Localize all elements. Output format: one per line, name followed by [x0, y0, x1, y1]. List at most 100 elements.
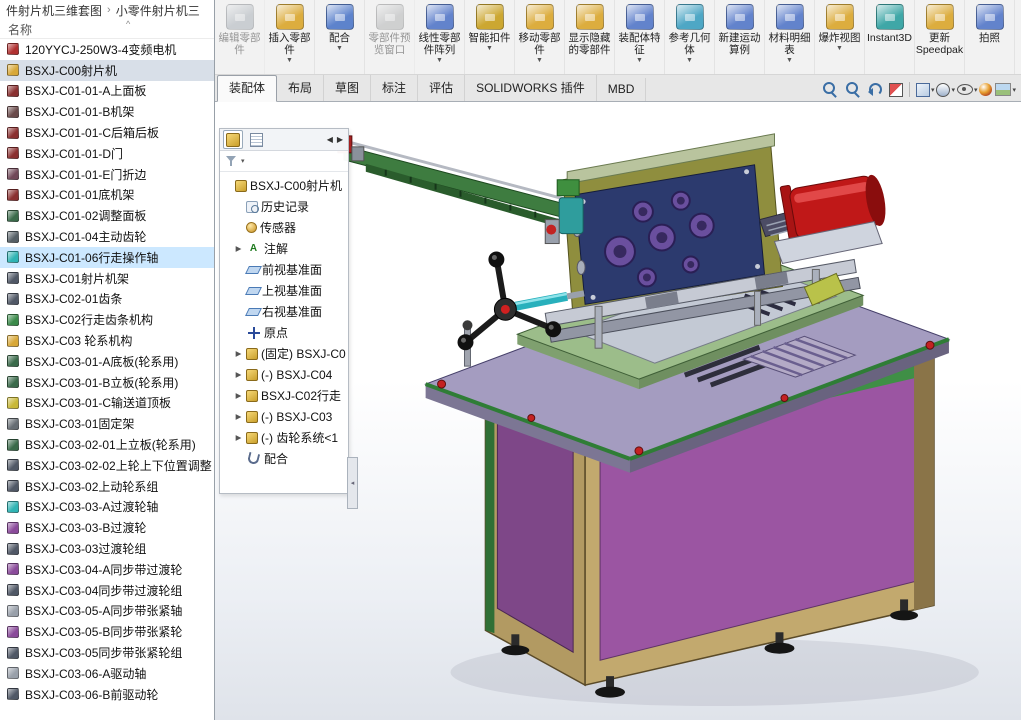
file-row[interactable]: BSXJ-C00射片机	[0, 59, 214, 81]
feature-tree-item[interactable]: BSXJ-C00射片机	[220, 175, 348, 196]
exploded-view-button[interactable]: 爆炸视图 ▼	[815, 0, 865, 74]
file-row[interactable]: BSXJ-C03-03-A过渡轮轴	[0, 497, 214, 518]
expander-arrow[interactable]: ▶	[234, 391, 243, 400]
ribbon-tab[interactable]: 草图	[324, 75, 372, 101]
file-row[interactable]: BSXJ-C03-01-A底板(轮系用)	[0, 351, 214, 372]
feature-tree-item[interactable]: ▶ (固定) BSXJ-C0	[220, 343, 348, 364]
feature-tree-item[interactable]: ▶ 注解	[220, 238, 348, 259]
file-row[interactable]: BSXJ-C03-02-02上轮上下位置调整	[0, 455, 214, 476]
file-row[interactable]: BSXJ-C01-01-A上面板	[0, 81, 214, 102]
propertymanager-tab[interactable]	[246, 130, 266, 149]
feature-tree-item[interactable]: ▶ (-) BSXJ-C03	[220, 406, 348, 427]
feature-tree-item[interactable]: ▶ (-) BSXJ-C04	[220, 364, 348, 385]
scroll-left-icon[interactable]: ◀	[327, 135, 333, 144]
file-row[interactable]: BSXJ-C03-06-A驱动轴	[0, 663, 214, 684]
linear-component-pattern-button[interactable]: 线性零部件阵列 ▼	[415, 0, 465, 74]
edit-appearance-icon[interactable]	[979, 83, 993, 96]
separator[interactable]	[906, 82, 914, 97]
feature-tree-item[interactable]: ▶ (-) 齿轮系统<1	[220, 427, 348, 448]
expander-arrow[interactable]: ▶	[234, 244, 243, 253]
file-row[interactable]: BSXJ-C03-02上动轮系组	[0, 476, 214, 497]
assembly-features-button[interactable]: 装配体特征 ▼	[615, 0, 665, 74]
ribbon-tab[interactable]: MBD	[597, 78, 647, 101]
file-row[interactable]: BSXJ-C03 轮系机构	[0, 330, 214, 351]
breadcrumb-folder[interactable]: 小零件射片机三	[116, 2, 200, 19]
take-snapshot-button[interactable]: 拍照	[965, 0, 1015, 74]
section-view-icon[interactable]	[888, 82, 904, 97]
show-hidden-components-button[interactable]: 显示隐藏的零部件	[565, 0, 615, 74]
file-row[interactable]: 120YYCJ-250W3-4变频电机	[0, 39, 214, 60]
file-row[interactable]: BSXJ-C01射片机架	[0, 268, 214, 289]
file-row[interactable]: BSXJ-C02行走齿条机构	[0, 309, 214, 330]
feature-tree-item[interactable]: 原点	[220, 322, 348, 343]
feature-tree-item[interactable]: 配合	[220, 448, 348, 469]
smart-fasteners-button[interactable]: 智能扣件 ▼	[465, 0, 515, 74]
expander-arrow[interactable]: ▶	[234, 349, 243, 358]
panel-collapse-handle[interactable]: ◂	[347, 457, 358, 509]
feature-tree-item[interactable]: 右视基准面	[220, 301, 348, 322]
graphics-viewport[interactable]: ◀ ▶ ▾ BSXJ-C00射片机 历史记录 传感器 ▶ A 注解 前视基准面 …	[215, 102, 1021, 720]
file-row[interactable]: BSXJ-C03-03过渡轮组	[0, 538, 214, 559]
file-row[interactable]: BSXJ-C03-03-B过渡轮	[0, 517, 214, 538]
file-row[interactable]: BSXJ-C03-01-B立板(轮系用)	[0, 372, 214, 393]
expander-arrow[interactable]: ▶	[234, 433, 243, 442]
feeder-arm[interactable]	[337, 135, 572, 231]
ribbon-tab[interactable]: 装配体	[217, 75, 278, 102]
file-row[interactable]: BSXJ-C03-05-A同步带张紧轴	[0, 601, 214, 622]
file-row[interactable]: BSXJ-C01-06行走操作轴	[0, 246, 214, 268]
file-row[interactable]: BSXJ-C03-02-01上立板(轮系用)	[0, 434, 214, 455]
reference-geometry-button[interactable]: 参考几何体 ▼	[665, 0, 715, 74]
insert-components-button[interactable]: 插入零部件 ▼	[265, 0, 315, 74]
hide-show-items-icon[interactable]: ▾	[956, 84, 977, 95]
file-row[interactable]: BSXJ-C03-04同步带过渡轮组	[0, 580, 214, 601]
bill-of-materials-button[interactable]: 材料明细表 ▼	[765, 0, 815, 74]
feature-tree-item[interactable]: 前视基准面	[220, 259, 348, 280]
file-row[interactable]: BSXJ-C03-01-C输送道顶板	[0, 393, 214, 414]
featuremanager-tree-tab[interactable]	[223, 130, 243, 149]
feature-tree-item[interactable]: 历史记录	[220, 196, 348, 217]
filter-dropdown-icon[interactable]: ▾	[241, 157, 245, 165]
ribbon-tab[interactable]: 评估	[418, 75, 466, 101]
display-style-icon[interactable]: ▾	[936, 82, 955, 97]
breadcrumb[interactable]: 件射片机三维套图 › 小零件射片机三	[0, 0, 214, 20]
ribbon-tab[interactable]: 布局	[277, 75, 325, 101]
file-row[interactable]: BSXJ-C03-01固定架	[0, 413, 214, 434]
update-speedpak-button[interactable]: 更新 Speedpak	[915, 0, 965, 74]
view-orientation-icon[interactable]: ▾	[915, 82, 934, 97]
edit-component-button[interactable]: 编辑零部件	[215, 0, 265, 74]
zoom-fit-icon[interactable]	[820, 81, 841, 98]
expander-arrow[interactable]: ▶	[234, 412, 243, 421]
file-row[interactable]: BSXJ-C01-04主动齿轮	[0, 226, 214, 247]
file-row[interactable]: BSXJ-C01-01-E门折边	[0, 164, 214, 185]
apply-scene-icon[interactable]: ▾	[995, 83, 1016, 96]
feature-tree-item[interactable]: 上视基准面	[220, 280, 348, 301]
move-component-button[interactable]: 移动零部件 ▼	[515, 0, 565, 74]
filter-funnel-icon[interactable]	[225, 155, 237, 167]
zoom-area-icon[interactable]	[843, 81, 864, 98]
feature-tree-item[interactable]: 传感器	[220, 217, 348, 238]
previous-view-icon[interactable]	[866, 81, 887, 98]
ribbon-tab[interactable]: SOLIDWORKS 插件	[465, 75, 597, 101]
component-preview-window-button[interactable]: 零部件预览窗口	[365, 0, 415, 74]
new-motion-study-button[interactable]: 新建运动算例	[715, 0, 765, 74]
breadcrumb-folder[interactable]: 件射片机三维套图	[6, 2, 102, 19]
file-row[interactable]: BSXJ-C03-06-B前驱动轮	[0, 684, 214, 705]
part-icon	[7, 84, 19, 97]
scroll-right-icon[interactable]: ▶	[337, 135, 343, 144]
file-row[interactable]: BSXJ-C02-01齿条	[0, 289, 214, 310]
feature-tree-item[interactable]: ▶ BSXJ-C02行走	[220, 385, 348, 406]
name-column-header[interactable]: 名称 ^	[0, 19, 214, 39]
file-row[interactable]: BSXJ-C01-02调整面板	[0, 205, 214, 226]
expander-arrow[interactable]: ▶	[234, 370, 243, 379]
instant3d-button[interactable]: Instant3D	[865, 0, 915, 74]
file-row[interactable]: BSXJ-C01-01-C后箱后板	[0, 122, 214, 143]
file-row[interactable]: BSXJ-C03-05同步带张紧轮组	[0, 642, 214, 663]
mate-button[interactable]: 配合 ▼	[315, 0, 365, 74]
file-row[interactable]: BSXJ-C01-01-B机架	[0, 101, 214, 122]
file-row[interactable]: BSXJ-C03-05-B同步带张紧轮	[0, 621, 214, 642]
sort-ascending-icon[interactable]: ^	[126, 19, 130, 29]
file-row[interactable]: BSXJ-C03-04-A同步带过渡轮	[0, 559, 214, 580]
file-row[interactable]: BSXJ-C01-01底机架	[0, 185, 214, 206]
ribbon-tab[interactable]: 标注	[371, 75, 419, 101]
file-row[interactable]: BSXJ-C01-01-D门	[0, 143, 214, 164]
